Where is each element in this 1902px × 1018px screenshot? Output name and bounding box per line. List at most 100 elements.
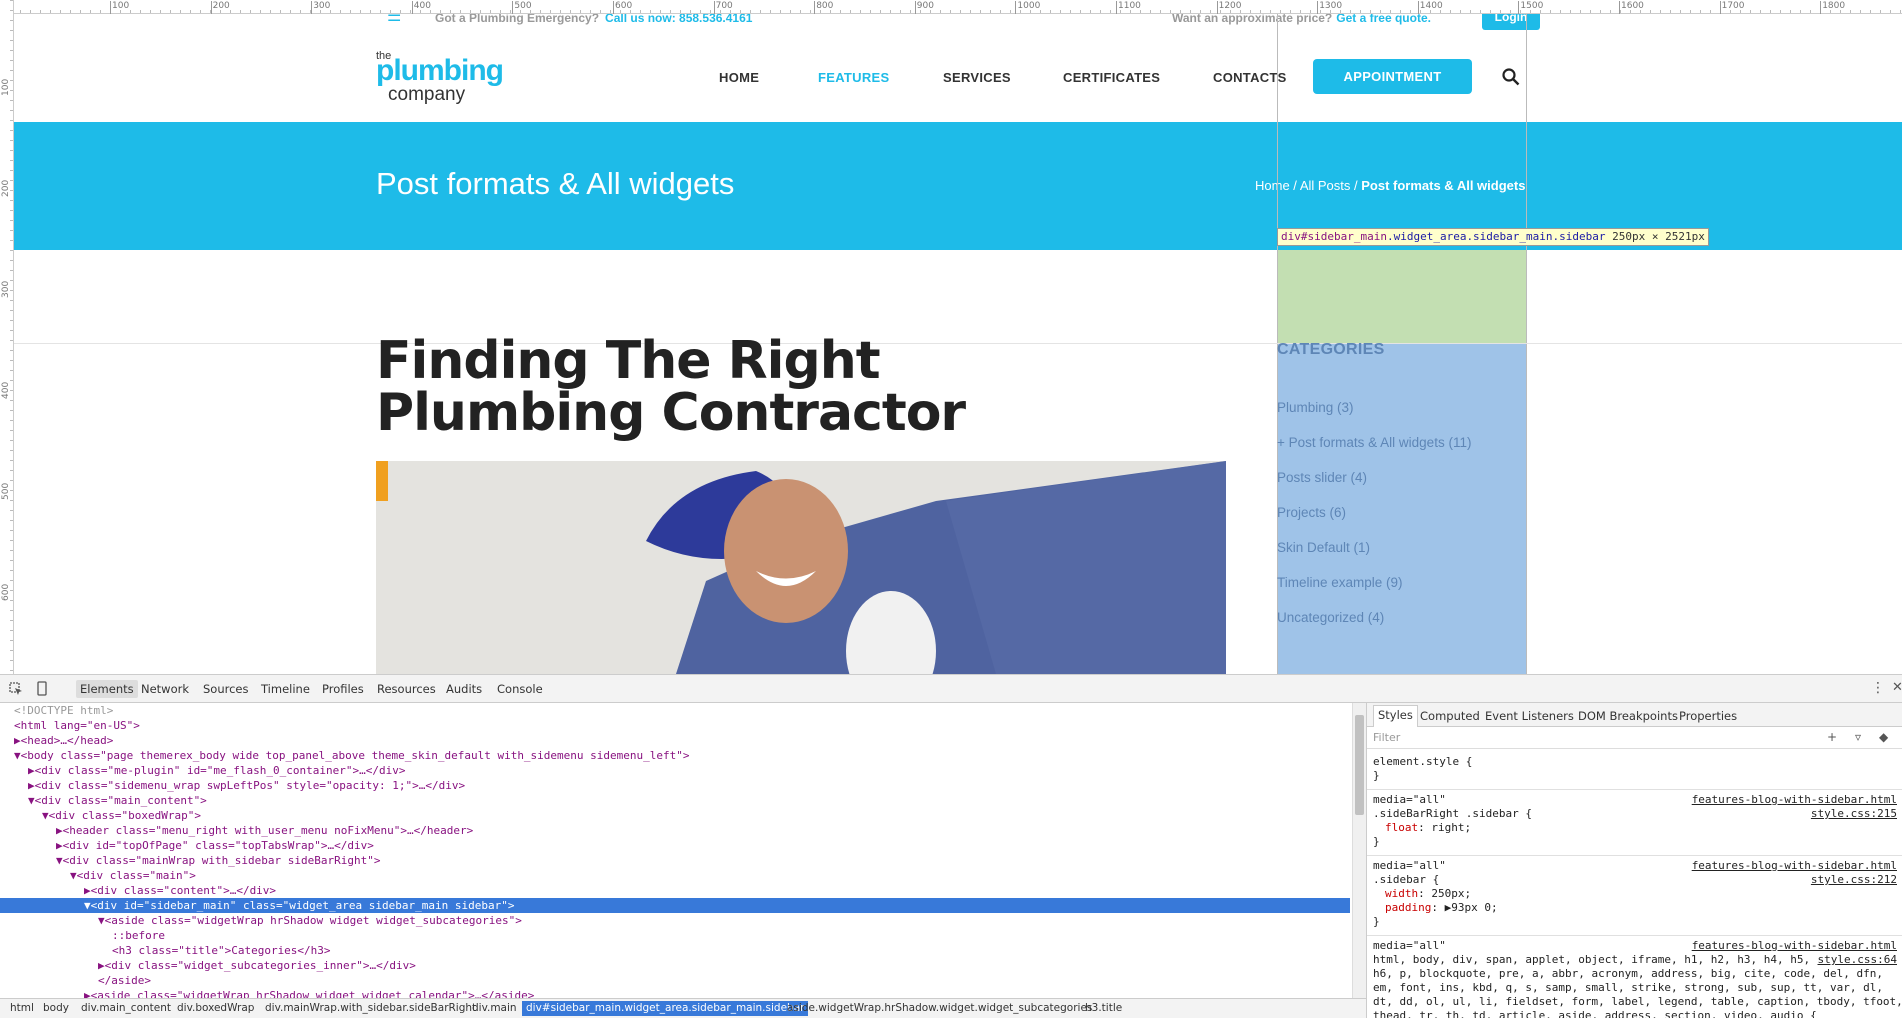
devtools-tab-console[interactable]: Console (497, 682, 543, 696)
rule-source-link[interactable]: features-blog-with-sidebar.html (1692, 939, 1897, 953)
dom-breadcrumb-item[interactable]: body (43, 1002, 69, 1014)
dom-node[interactable]: ▶<head>…</head> (0, 733, 1350, 748)
dom-node[interactable]: ▼<div class="boxedWrap"> (0, 808, 1350, 823)
ruler-tick-label: 100 (1, 78, 11, 96)
dom-breadcrumb-item[interactable]: aside.widgetWrap.hrShadow.widget.widget_… (787, 1002, 1092, 1014)
ruler-tick-label: 500 (512, 1, 532, 14)
site-logo[interactable]: the plumbing company (376, 50, 516, 110)
breadcrumb-home[interactable]: Home (1255, 178, 1290, 193)
rule-selector-cont: dt, dd, ol, ul, li, fieldset, form, labe… (1373, 995, 1902, 1008)
rule-selector[interactable]: .sideBarRight .sidebar { (1373, 807, 1532, 821)
rule-selector[interactable]: .sidebar { (1373, 873, 1439, 887)
dom-breadcrumb-item[interactable]: div.main_content (81, 1002, 171, 1014)
dom-tree-scrollbar[interactable] (1352, 703, 1366, 998)
ruler-tick-label: 200 (210, 1, 230, 14)
dom-node[interactable]: ▶<div class="me-plugin" id="me_flash_0_c… (0, 763, 1350, 778)
css-declaration[interactable]: float: right; (1385, 821, 1471, 835)
css-value[interactable]: right; (1431, 821, 1471, 834)
dom-node[interactable]: ▶<div id="topOfPage" class="topTabsWrap"… (0, 838, 1350, 853)
dom-node[interactable]: ▼<body class="page themerex_body wide to… (0, 748, 1350, 763)
dom-node[interactable]: ▼<div class="main_content"> (0, 793, 1350, 808)
styles-tab-styles[interactable]: Styles (1373, 705, 1418, 727)
dom-breadcrumb-item[interactable]: div.mainWrap.with_sidebar.sideBarRight (265, 1002, 476, 1014)
devtools-tab-resources[interactable]: Resources (377, 682, 436, 696)
nav-features[interactable]: FEATURES (818, 70, 890, 85)
dom-breadcrumb-item[interactable]: div#sidebar_main.widget_area.sidebar_mai… (522, 1001, 809, 1016)
rule-selector[interactable]: html, body, div, span, applet, object, i… (1373, 953, 1810, 967)
styles-tab-dom-breakpoints[interactable]: DOM Breakpoints (1578, 709, 1678, 723)
dom-breadcrumb-item[interactable]: html (10, 1002, 34, 1014)
devtools-tab-timeline[interactable]: Timeline (261, 682, 310, 696)
category-link[interactable]: Projects (6) (1277, 505, 1346, 520)
dom-node[interactable]: ▼<div class="mainWrap with_sidebar sideB… (0, 853, 1350, 868)
search-icon[interactable] (1502, 68, 1520, 86)
ruler-tick-label: 300 (1, 280, 11, 298)
nav-contacts[interactable]: CONTACTS (1213, 70, 1287, 85)
dom-node[interactable]: ▼<aside class="widgetWrap hrShadow widge… (0, 913, 1350, 928)
dom-node[interactable]: <!DOCTYPE html> (0, 703, 1350, 718)
dom-node[interactable]: <h3 class="title">Categories</h3> (0, 943, 1350, 958)
category-link[interactable]: Posts slider (4) (1277, 470, 1367, 485)
rule-file-link[interactable]: style.css:215 (1811, 807, 1897, 821)
dom-node-text: ▼<div class="main_content"> (28, 794, 207, 807)
dom-node[interactable]: ▶<div class="sidemenu_wrap swpLeftPos" s… (0, 778, 1350, 793)
dom-node-text: ▼<div class="main"> (70, 869, 196, 882)
appointment-button[interactable]: APPOINTMENT (1313, 59, 1472, 94)
styles-filter[interactable]: Filter + ▿ ◆ (1367, 727, 1902, 749)
filter-input[interactable]: Filter (1373, 731, 1400, 744)
inspect-element-icon[interactable] (9, 682, 23, 696)
dom-node[interactable]: ▶<header class="menu_right with_user_men… (0, 823, 1350, 838)
devtools-tab-sources[interactable]: Sources (203, 682, 249, 696)
dom-node[interactable]: ▶<div class="widget_subcategories_inner"… (0, 958, 1350, 973)
post-featured-image[interactable] (376, 461, 1226, 674)
dom-node[interactable]: </aside> (0, 973, 1350, 988)
dom-node[interactable]: ▶<div class="content">…</div> (0, 883, 1350, 898)
more-options-icon[interactable]: ⋮ (1871, 680, 1885, 696)
rule-selector[interactable]: element.style { (1373, 755, 1472, 769)
devtools-tab-audits[interactable]: Audits (446, 682, 482, 696)
dom-node[interactable]: ▼<div id="sidebar_main" class="widget_ar… (0, 898, 1350, 913)
device-mode-icon[interactable] (37, 681, 47, 696)
breadcrumb-all-posts[interactable]: All Posts (1300, 178, 1351, 193)
styles-tab-properties[interactable]: Properties (1679, 709, 1737, 723)
color-format-icon[interactable]: ◆ (1879, 730, 1888, 744)
rule-source-link[interactable]: features-blog-with-sidebar.html (1692, 859, 1897, 873)
dom-node-text: ▼<aside class="widgetWrap hrShadow widge… (98, 914, 522, 927)
category-link[interactable]: Skin Default (1) (1277, 540, 1370, 555)
devtools-tab-profiles[interactable]: Profiles (322, 682, 364, 696)
nav-home[interactable]: HOME (719, 70, 759, 85)
nav-certificates[interactable]: CERTIFICATES (1063, 70, 1160, 85)
category-link[interactable]: Plumbing (3) (1277, 400, 1354, 415)
category-link[interactable]: + Post formats & All widgets (11) (1277, 435, 1471, 450)
nav-services[interactable]: SERVICES (943, 70, 1011, 85)
css-declaration[interactable]: padding: ▶93px 0; (1385, 901, 1498, 915)
css-value[interactable]: 250px; (1431, 887, 1471, 900)
css-declaration[interactable]: width: 250px; (1385, 887, 1471, 901)
dom-node[interactable]: ▶<aside class="widgetWrap hrShadow widge… (0, 988, 1350, 998)
scrollbar-thumb[interactable] (1355, 715, 1364, 815)
css-value[interactable]: ▶93px 0; (1445, 901, 1498, 914)
dom-breadcrumb-item[interactable]: h3.title (1085, 1002, 1122, 1014)
post-title[interactable]: Finding The Right Plumbing Contractor (376, 335, 1136, 439)
devtools-toolbar: Elements Network Sources Timeline Profiles Re… (0, 675, 1902, 703)
dom-breadcrumb-item[interactable]: div.boxedWrap (177, 1002, 254, 1014)
dom-breadcrumb-item[interactable]: div.main (472, 1002, 517, 1014)
styles-tab-computed[interactable]: Computed (1420, 709, 1480, 723)
rule-source-link[interactable]: features-blog-with-sidebar.html (1692, 793, 1897, 807)
dom-tree[interactable]: <!DOCTYPE html> <html lang="en-US"> ▶<head… (0, 703, 1352, 998)
styles-tab-event-listeners[interactable]: Event Listeners (1485, 709, 1574, 723)
close-icon[interactable]: ✕ (1892, 680, 1902, 695)
dom-node-text: </aside> (98, 974, 151, 987)
category-link[interactable]: Uncategorized (4) (1277, 610, 1384, 625)
rule-file-link[interactable]: style.css:64 (1818, 953, 1897, 967)
plumber-photo (376, 461, 1226, 674)
pin-icon[interactable]: ▿ (1855, 730, 1861, 744)
add-rule-icon[interactable]: + (1827, 730, 1837, 744)
dom-node[interactable]: <html lang="en-US"> (0, 718, 1350, 733)
dom-node[interactable]: ▼<div class="main"> (0, 868, 1350, 883)
category-link[interactable]: Timeline example (9) (1277, 575, 1403, 590)
rule-file-link[interactable]: style.css:212 (1811, 873, 1897, 887)
devtools-tab-elements[interactable]: Elements (76, 680, 138, 698)
dom-node[interactable]: ::before (0, 928, 1350, 943)
devtools-tab-network[interactable]: Network (141, 682, 189, 696)
